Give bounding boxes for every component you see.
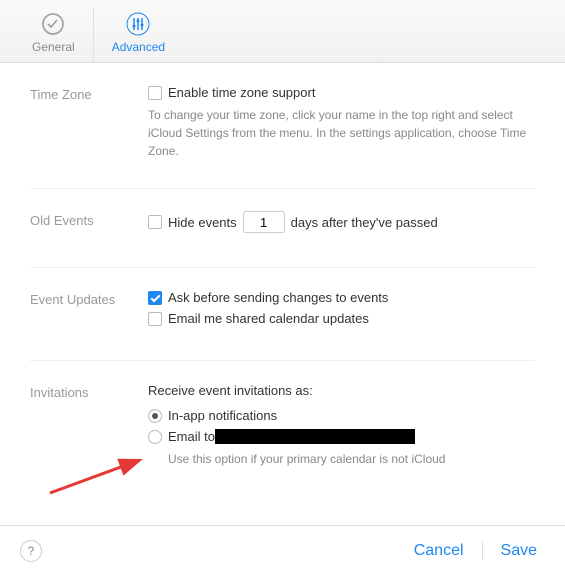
content: Time Zone Enable time zone support To ch… xyxy=(0,63,565,496)
checkbox-hide-events[interactable] xyxy=(148,215,162,229)
section-label-old-events: Old Events xyxy=(30,211,148,239)
timezone-help: To change your time zone, click your nam… xyxy=(148,106,535,160)
section-old-events: Old Events Hide events days after they'v… xyxy=(30,189,535,268)
hide-events-pre: Hide events xyxy=(168,215,237,230)
section-label-invitations: Invitations xyxy=(30,383,148,468)
section-invitations: Invitations Receive event invitations as… xyxy=(30,361,535,496)
checkmark-circle-icon xyxy=(41,12,65,36)
hide-events-post: days after they've passed xyxy=(291,215,438,230)
sliders-icon xyxy=(126,12,150,36)
invitations-help: Use this option if your primary calendar… xyxy=(168,450,535,468)
radio-email-to-label: Email to xyxy=(168,429,215,444)
section-event-updates: Event Updates Ask before sending changes… xyxy=(30,268,535,361)
tab-advanced[interactable]: Advanced xyxy=(94,8,183,62)
section-label-event-updates: Event Updates xyxy=(30,290,148,332)
checkbox-email-shared-updates[interactable] xyxy=(148,312,162,326)
checkbox-ask-before-sending[interactable] xyxy=(148,291,162,305)
save-button[interactable]: Save xyxy=(493,542,545,560)
footer: ? Cancel Save xyxy=(0,525,565,576)
cancel-button[interactable]: Cancel xyxy=(406,542,472,560)
section-timezone: Time Zone Enable time zone support To ch… xyxy=(30,63,535,189)
radio-inapp-notifications[interactable] xyxy=(148,409,162,423)
ask-before-sending-label: Ask before sending changes to events xyxy=(168,290,388,305)
divider xyxy=(482,542,483,560)
checkbox-timezone-label: Enable time zone support xyxy=(168,85,315,100)
tab-advanced-label: Advanced xyxy=(112,40,165,54)
redacted-email xyxy=(215,429,415,444)
tab-general-label: General xyxy=(32,40,75,54)
help-button[interactable]: ? xyxy=(20,540,42,562)
checkbox-timezone-enable[interactable] xyxy=(148,86,162,100)
radio-email-to[interactable] xyxy=(148,430,162,444)
radio-inapp-label: In-app notifications xyxy=(168,408,277,423)
tabs-bar: General Advanced xyxy=(0,0,565,63)
email-shared-updates-label: Email me shared calendar updates xyxy=(168,311,369,326)
invitations-intro: Receive event invitations as: xyxy=(148,383,535,398)
tab-general[interactable]: General xyxy=(14,8,94,62)
section-label-timezone: Time Zone xyxy=(30,85,148,160)
hide-events-days-input[interactable] xyxy=(243,211,285,233)
